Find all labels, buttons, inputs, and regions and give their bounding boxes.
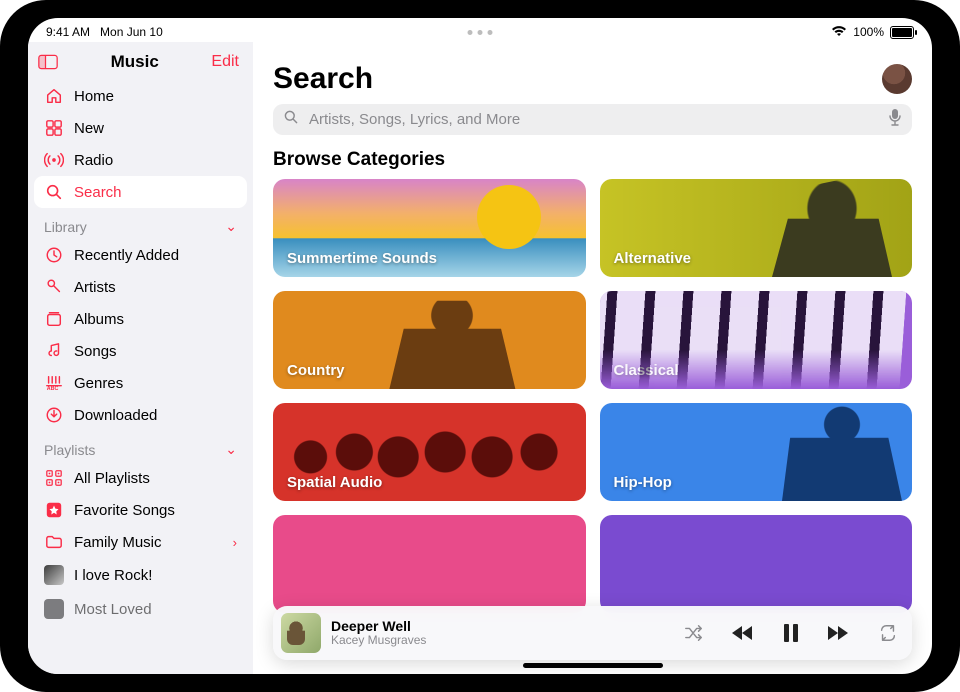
sidebar-item-i-love-rock[interactable]: I love Rock! xyxy=(34,558,247,592)
sidebar-item-downloaded[interactable]: Downloaded xyxy=(34,399,247,431)
category-card-partial-2[interactable] xyxy=(600,515,913,613)
now-playing-bar[interactable]: Deeper Well Kacey Musgraves xyxy=(273,606,912,660)
now-playing-artwork[interactable] xyxy=(281,613,321,653)
category-card-classical[interactable]: Classical xyxy=(600,291,913,389)
sidebar-item-label: New xyxy=(74,120,104,137)
star-icon xyxy=(44,501,64,519)
sidebar-item-label: Home xyxy=(74,88,114,105)
page-title: Search xyxy=(273,62,373,96)
category-card-country[interactable]: Country xyxy=(273,291,586,389)
chevron-right-icon: › xyxy=(233,535,237,550)
previous-button[interactable] xyxy=(730,624,756,642)
sidebar-item-search[interactable]: Search xyxy=(34,176,247,208)
category-label: Hip-Hop xyxy=(614,474,672,491)
clock-icon xyxy=(44,246,64,264)
chevron-down-icon: ⌄ xyxy=(225,218,237,235)
sidebar-item-label: Albums xyxy=(74,311,124,328)
search-input[interactable] xyxy=(307,110,880,129)
sidebar-item-radio[interactable]: Radio xyxy=(34,144,247,176)
sidebar: Music Edit Home New xyxy=(28,42,253,674)
sidebar-item-all-playlists[interactable]: All Playlists xyxy=(34,462,247,494)
battery-icon xyxy=(890,26,914,39)
section-label: Library xyxy=(44,219,87,235)
album-icon xyxy=(44,310,64,328)
radio-icon xyxy=(44,151,64,169)
multitasking-dots[interactable] xyxy=(468,30,493,35)
sidebar-title: Music xyxy=(58,52,211,72)
sidebar-item-label: All Playlists xyxy=(74,470,150,487)
sidebar-item-favorite-songs[interactable]: Favorite Songs xyxy=(34,494,247,526)
category-card-hip-hop[interactable]: Hip-Hop xyxy=(600,403,913,501)
sidebar-item-songs[interactable]: Songs xyxy=(34,335,247,367)
dictation-icon[interactable] xyxy=(888,108,902,131)
category-card-summertime[interactable]: Summertime Sounds xyxy=(273,179,586,277)
sidebar-item-label: Favorite Songs xyxy=(74,502,175,519)
sidebar-item-genres[interactable]: ABC Genres xyxy=(34,367,247,399)
category-card-spatial-audio[interactable]: Spatial Audio xyxy=(273,403,586,501)
sidebar-item-albums[interactable]: Albums xyxy=(34,303,247,335)
pause-button[interactable] xyxy=(782,623,800,643)
shuffle-button[interactable] xyxy=(684,624,704,642)
home-icon xyxy=(44,87,64,105)
sidebar-item-artists[interactable]: Artists xyxy=(34,271,247,303)
sidebar-item-label: Radio xyxy=(74,152,113,169)
home-indicator[interactable] xyxy=(523,663,663,668)
category-card-alternative[interactable]: Alternative xyxy=(600,179,913,277)
search-icon xyxy=(44,183,64,201)
sidebar-item-new[interactable]: New xyxy=(34,112,247,144)
wifi-icon xyxy=(831,25,847,40)
sidebar-item-home[interactable]: Home xyxy=(34,80,247,112)
playlist-artwork xyxy=(44,599,64,619)
repeat-button[interactable] xyxy=(878,624,898,642)
sidebar-item-label: Family Music xyxy=(74,534,162,551)
playlist-grid-icon xyxy=(44,469,64,487)
category-label: Classical xyxy=(614,362,679,379)
guitar-icon: ABC xyxy=(44,374,64,392)
category-label: Alternative xyxy=(614,250,692,267)
next-button[interactable] xyxy=(826,624,852,642)
now-playing-title: Deeper Well xyxy=(331,618,426,634)
sidebar-toggle-icon[interactable] xyxy=(38,54,58,70)
chevron-down-icon: ⌄ xyxy=(225,441,237,458)
browse-categories-heading: Browse Categories xyxy=(273,149,912,171)
section-label: Playlists xyxy=(44,442,95,458)
main-content: Search Browse Categories Summertime So xyxy=(253,42,932,674)
sidebar-item-label: Songs xyxy=(74,343,117,360)
status-date: Mon Jun 10 xyxy=(100,25,163,39)
note-icon xyxy=(44,342,64,360)
sidebar-item-family-music[interactable]: Family Music › xyxy=(34,526,247,558)
now-playing-artist: Kacey Musgraves xyxy=(331,634,426,648)
sidebar-item-label: Downloaded xyxy=(74,407,157,424)
sidebar-section-library[interactable]: Library ⌄ xyxy=(34,208,247,239)
search-icon xyxy=(283,109,299,130)
category-label: Spatial Audio xyxy=(287,474,382,491)
folder-icon xyxy=(44,533,64,551)
download-icon xyxy=(44,406,64,424)
edit-button[interactable]: Edit xyxy=(211,53,239,71)
playlist-artwork xyxy=(44,565,64,585)
sidebar-item-label: Recently Added xyxy=(74,247,179,264)
category-label: Summertime Sounds xyxy=(287,250,437,267)
sidebar-section-playlists[interactable]: Playlists ⌄ xyxy=(34,431,247,462)
battery-percent: 100% xyxy=(853,25,884,39)
account-avatar[interactable] xyxy=(882,64,912,94)
sidebar-item-label: Search xyxy=(74,184,122,201)
svg-text:ABC: ABC xyxy=(47,386,59,392)
sidebar-item-label: I love Rock! xyxy=(74,567,152,584)
status-time: 9:41 AM xyxy=(46,25,90,39)
grid-icon xyxy=(44,119,64,137)
category-label: Country xyxy=(287,362,345,379)
category-card-partial-1[interactable] xyxy=(273,515,586,613)
sidebar-item-recently-added[interactable]: Recently Added xyxy=(34,239,247,271)
category-grid: Summertime Sounds Alternative Country Cl… xyxy=(273,179,912,674)
search-bar[interactable] xyxy=(273,104,912,135)
sidebar-item-most-loved[interactable]: Most Loved xyxy=(34,592,247,626)
sidebar-item-label: Genres xyxy=(74,375,123,392)
mic-icon xyxy=(44,278,64,296)
sidebar-item-label: Most Loved xyxy=(74,601,152,618)
sidebar-item-label: Artists xyxy=(74,279,116,296)
status-bar: 9:41 AM Mon Jun 10 100% xyxy=(28,18,932,42)
